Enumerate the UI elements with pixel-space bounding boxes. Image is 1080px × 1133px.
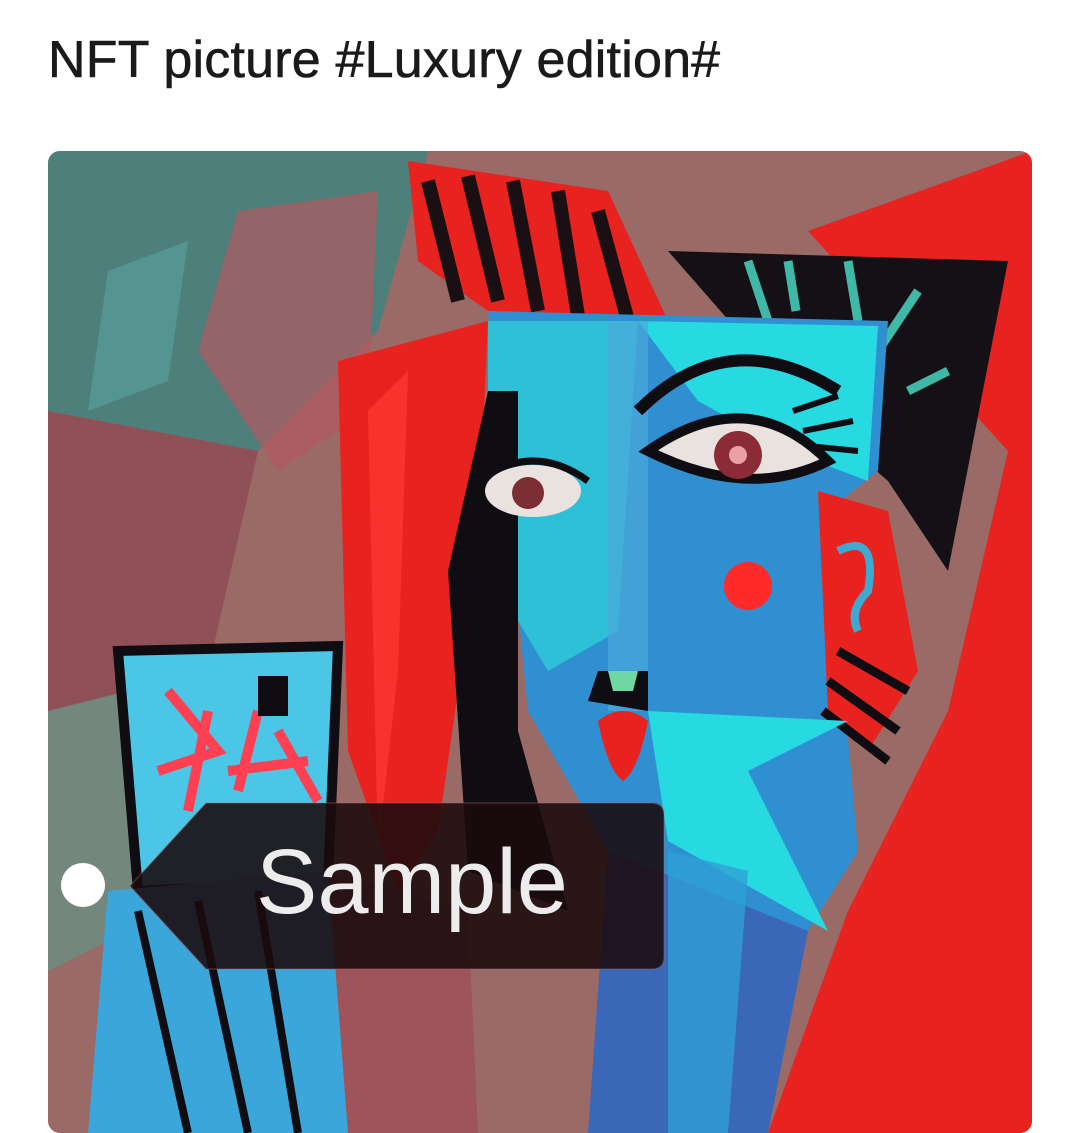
sample-watermark-tag: Sample bbox=[58, 797, 666, 971]
nft-artwork-image[interactable] bbox=[48, 151, 1032, 1133]
tag-hole-icon bbox=[61, 863, 105, 907]
artwork-illustration bbox=[48, 151, 1032, 1133]
sample-label: Sample bbox=[256, 831, 568, 933]
page-title: NFT picture #Luxury edition# bbox=[48, 31, 721, 90]
